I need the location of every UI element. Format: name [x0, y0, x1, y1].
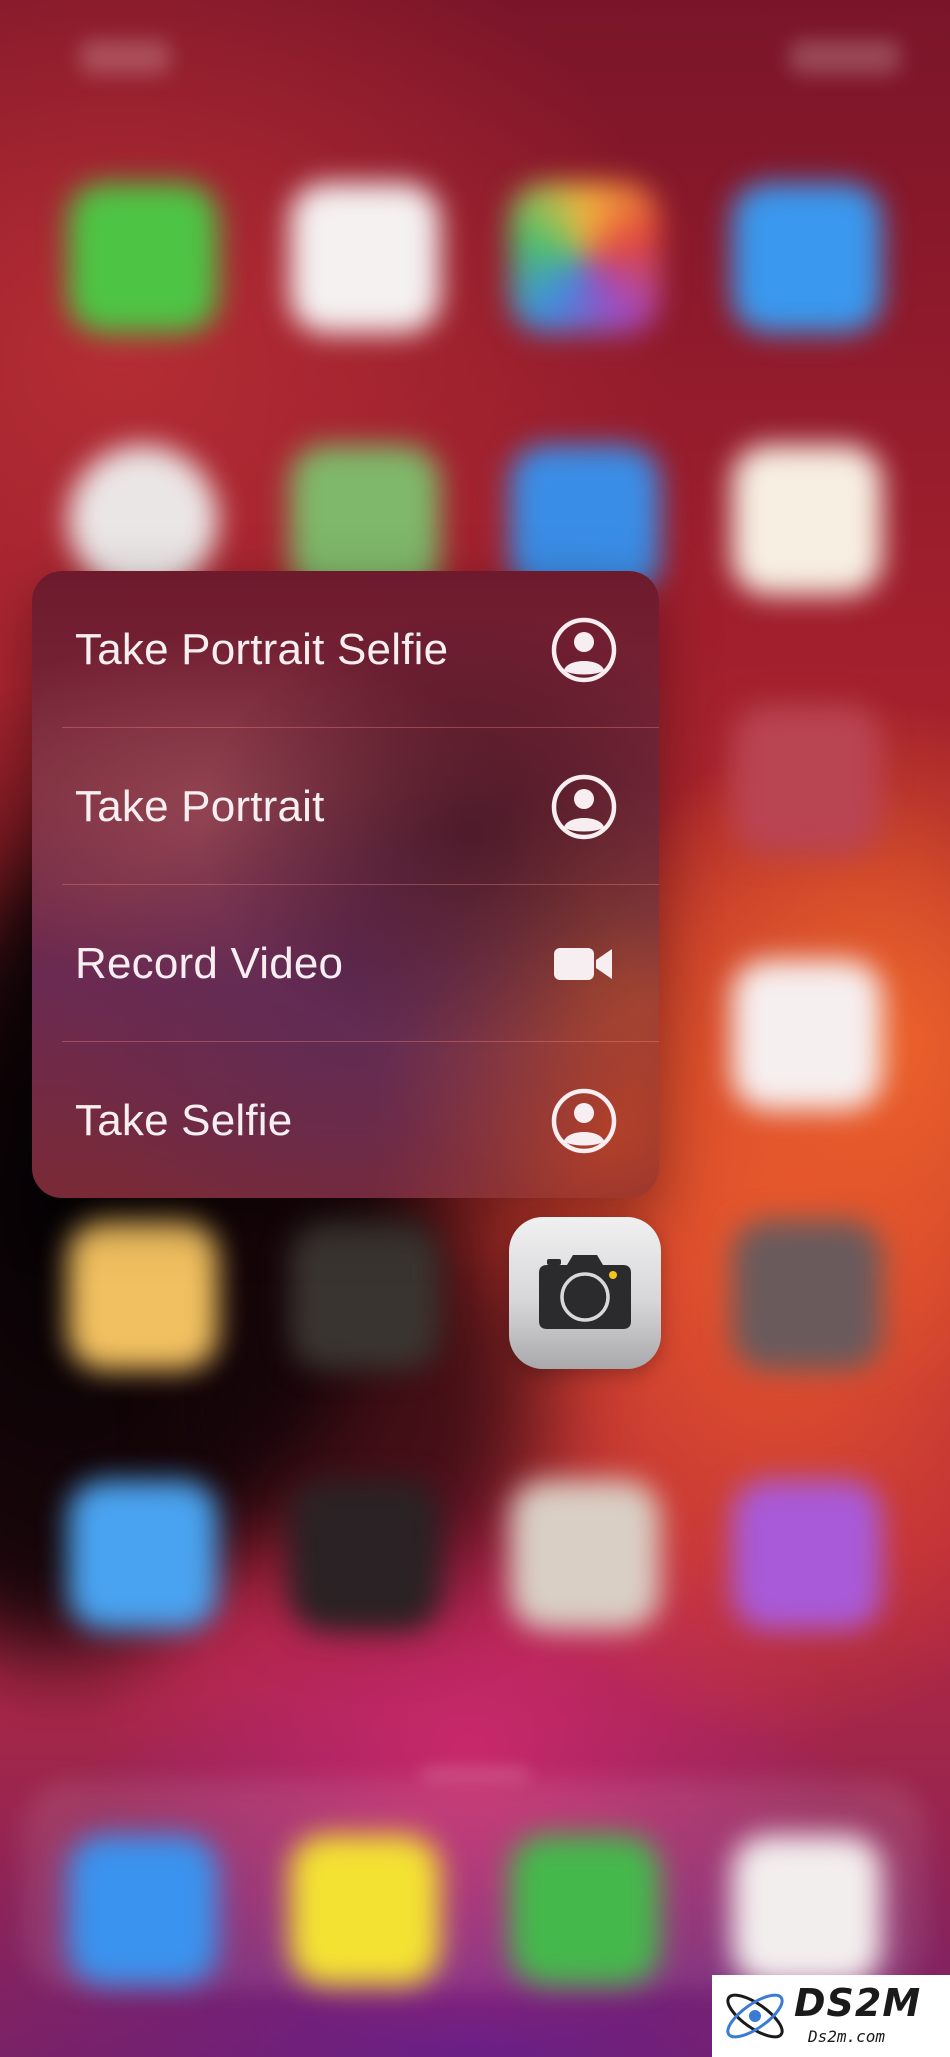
blurred-dock-icon[interactable] [68, 1835, 218, 1985]
blurred-dock-icon[interactable] [732, 1835, 882, 1985]
blurred-app-icon[interactable] [290, 1220, 440, 1370]
blurred-app-icon[interactable] [68, 1480, 218, 1630]
action-label: Take Portrait [75, 781, 325, 831]
atom-logo-icon [726, 1993, 784, 2039]
action-label: Take Selfie [75, 1095, 293, 1145]
watermark-url: Ds2m.com [808, 2027, 886, 2046]
quick-actions-menu: Take Portrait Selfie Take Portrait Recor… [32, 571, 659, 1198]
action-label: Record Video [75, 938, 344, 988]
person-circle-icon [551, 617, 617, 682]
action-take-portrait[interactable]: Take Portrait [32, 728, 659, 885]
camera-app-icon[interactable] [509, 1217, 661, 1369]
action-label: Take Portrait Selfie [75, 624, 449, 674]
blurred-app-icon[interactable] [732, 705, 882, 855]
video-camera-icon [554, 947, 612, 980]
blurred-app-icon[interactable] [732, 1220, 882, 1370]
blurred-app-icon[interactable] [68, 183, 218, 333]
blurred-app-icon[interactable] [510, 1480, 660, 1630]
action-take-selfie[interactable]: Take Selfie [32, 1042, 659, 1198]
person-circle-icon [551, 1088, 617, 1153]
watermark-logo: DS2M Ds2m.com [712, 1975, 950, 2057]
blurred-app-icon[interactable] [732, 1480, 882, 1630]
action-take-portrait-selfie[interactable]: Take Portrait Selfie [32, 571, 659, 728]
action-record-video[interactable]: Record Video [32, 885, 659, 1042]
camera-icon [539, 1255, 631, 1329]
blurred-dock-icon[interactable] [290, 1835, 440, 1985]
blurred-app-icon[interactable] [510, 183, 660, 333]
status-bar-indicators [790, 40, 900, 74]
person-circle-icon [551, 774, 617, 839]
blurred-app-icon[interactable] [732, 183, 882, 333]
blurred-app-icon[interactable] [732, 445, 882, 595]
watermark-text: DS2M [794, 1981, 922, 2025]
blurred-dock-icon[interactable] [510, 1835, 660, 1985]
status-bar-time [80, 40, 170, 74]
blurred-app-icon[interactable] [68, 1220, 218, 1370]
blurred-app-icon[interactable] [290, 183, 440, 333]
blurred-app-icon[interactable] [732, 960, 882, 1110]
blurred-app-icon[interactable] [290, 1480, 440, 1630]
